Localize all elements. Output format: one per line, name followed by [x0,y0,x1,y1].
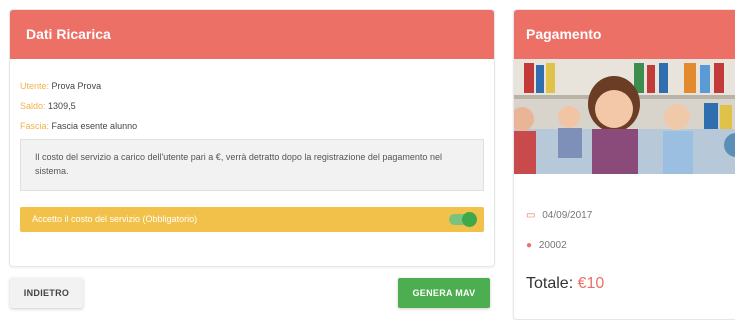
fascia-row: Fascia: Fascia esente alunno [20,121,137,131]
user-icon: ● [526,240,533,251]
back-button[interactable]: INDIETRO [10,278,83,308]
accept-cost-toggle[interactable] [449,212,477,227]
pagamento-title: Pagamento [514,10,735,59]
saldo-label: Saldo: [20,101,46,111]
payment-code: 20002 [538,240,567,251]
toggle-knob [462,212,477,227]
total-label: Totale [526,275,569,292]
code-row: ● 20002 [526,240,567,251]
utente-label: Utente: [20,81,50,91]
dati-ricarica-title: Dati Ricarica [10,10,494,59]
fascia-label: Fascia: [20,121,50,131]
accept-cost-row[interactable]: Accetto il costo del servizio (Obbligato… [20,207,484,232]
cost-notice: Il costo del servizio a carico dell'uten… [20,139,484,191]
saldo-value: 1309,5 [48,101,76,111]
dati-ricarica-card: Dati Ricarica Utente: Prova Prova Saldo:… [9,9,495,267]
accept-cost-label: Accetto il costo del servizio (Obbligato… [32,214,198,224]
utente-value: Prova Prova [51,81,102,91]
total-amount: €10 [577,275,605,292]
calendar-icon: ▭ [526,210,536,221]
date-row: ▭ 04/09/2017 [526,210,592,221]
payment-date: 04/09/2017 [542,210,593,221]
generate-mav-button[interactable]: GENERA MAV [398,278,490,308]
fascia-value: Fascia esente alunno [51,121,138,131]
total-row: Totale: €10 [526,275,604,293]
saldo-row: Saldo: 1309,5 [20,101,76,111]
pagamento-card: Pagamento ▭ 04/09/2017 ● 20002 Totale: €… [513,9,735,320]
utente-row: Utente: Prova Prova [20,81,101,91]
classroom-photo [514,59,735,174]
total-separator: : [568,275,578,292]
